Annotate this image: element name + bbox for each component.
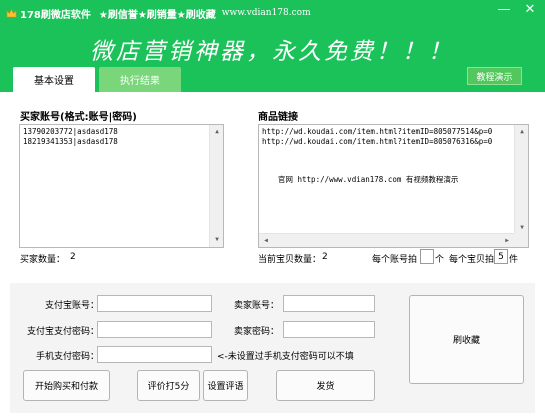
crown-icon <box>6 8 17 17</box>
product-count-label: 当前宝贝数量： <box>258 255 322 265</box>
buyer-accounts-label: 买家账号(格式:账号|密码) <box>20 112 137 123</box>
phone-password-label: 手机支付密码： <box>35 352 99 362</box>
official-site-notice: 官网 http://www.vdian178.com 有视频教程演示 <box>278 175 459 184</box>
phone-password-hint: <-未设置过手机支付密码可以不填 <box>217 352 354 362</box>
per-account-input[interactable] <box>420 249 434 264</box>
rate-five-stars-button[interactable]: 评价打5分 <box>137 370 200 401</box>
product-link-line: http://wd.koudai.com/item.html?itemID=80… <box>262 137 493 146</box>
ship-button[interactable]: 发货 <box>276 370 375 401</box>
payment-form-panel: 支付宝账号： 支付宝支付密码： 手机支付密码： <-未设置过手机支付密码可以不填… <box>10 283 535 413</box>
alipay-password-label: 支付宝支付密码： <box>26 327 99 337</box>
close-icon: ✕ <box>524 1 536 17</box>
product-link-line: http://wd.koudai.com/item.html?itemID=80… <box>262 127 493 136</box>
scroll-up-icon[interactable]: ▲ <box>515 125 528 139</box>
minimize-button[interactable]: — <box>491 0 517 18</box>
product-scrollbar-v[interactable]: ▲ ▼ <box>514 125 528 235</box>
start-purchase-button[interactable]: 开始购买和付款 <box>23 370 110 401</box>
brush-favorite-button[interactable]: 刷收藏 <box>409 295 524 384</box>
close-button[interactable]: ✕ <box>517 0 543 18</box>
buyer-accounts-textarea[interactable]: 13790203772|asdasd178 18219341353|asdasd… <box>19 124 224 248</box>
tab-basic-settings[interactable]: 基本设置 <box>13 67 95 92</box>
scroll-down-icon[interactable]: ▼ <box>210 233 223 247</box>
site-url: www.vdian178.com <box>221 8 311 18</box>
seller-password-input[interactable] <box>283 321 375 338</box>
buyer-scrollbar[interactable]: ▲ ▼ <box>209 125 223 247</box>
feature-tagline: ★刷信誉★刷销量★刷收藏 <box>98 9 216 21</box>
scroll-up-icon[interactable]: ▲ <box>210 125 223 139</box>
scroll-corner <box>514 233 528 247</box>
product-scrollbar-h[interactable]: ◀ ▶ <box>259 233 514 247</box>
buyer-account-line: 13790203772|asdasd178 <box>23 127 118 136</box>
tab-execution-results[interactable]: 执行结果 <box>99 67 181 92</box>
title-bar: 178刷微店软件 ★刷信誉★刷销量★刷收藏 www.vdian178.com <box>6 5 311 21</box>
alipay-account-input[interactable] <box>97 295 212 312</box>
window-controls: — ✕ <box>491 0 543 18</box>
seller-password-label: 卖家密码： <box>233 327 279 337</box>
product-links-textarea[interactable]: http://wd.koudai.com/item.html?itemID=80… <box>258 124 529 248</box>
buyer-count-value: 2 <box>70 252 76 262</box>
per-item-input[interactable]: 5 <box>494 249 508 264</box>
per-item-label: 每个宝贝拍 <box>449 255 495 265</box>
set-review-button[interactable]: 设置评语 <box>203 370 248 401</box>
tutorial-button[interactable]: 教程演示 <box>467 67 522 85</box>
per-item-unit: 件 <box>509 255 519 265</box>
alipay-account-label: 支付宝账号： <box>44 301 99 311</box>
app-title: 178刷微店软件 <box>20 9 91 21</box>
seller-account-label: 卖家账号： <box>233 301 279 311</box>
header-banner: 178刷微店软件 ★刷信誉★刷销量★刷收藏 www.vdian178.com —… <box>0 0 545 92</box>
scroll-right-icon[interactable]: ▶ <box>500 234 514 247</box>
scroll-left-icon[interactable]: ◀ <box>259 234 273 247</box>
phone-password-input[interactable] <box>97 346 212 363</box>
per-account-label: 每个账号拍 <box>372 255 418 265</box>
buyer-account-line: 18219341353|asdasd178 <box>23 137 118 146</box>
slogan-banner: 微店营销神器，永久免费！！！ <box>90 39 454 65</box>
buyer-count-label: 买家数量： <box>20 255 66 265</box>
per-account-unit: 个 <box>435 255 445 265</box>
minimize-icon: — <box>497 1 511 17</box>
product-links-label: 商品链接 <box>258 112 298 123</box>
alipay-password-input[interactable] <box>97 321 212 338</box>
seller-account-input[interactable] <box>283 295 375 312</box>
product-count-value: 2 <box>322 252 328 262</box>
